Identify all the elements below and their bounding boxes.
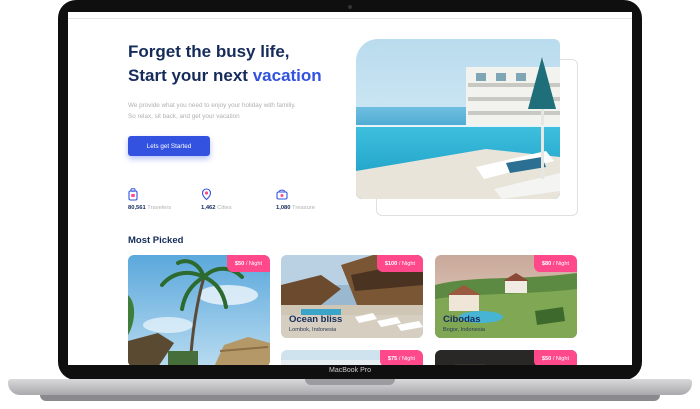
most-picked-title: Most Picked [128,235,184,246]
price-tag: $50 / Night [226,255,270,272]
hotel-card[interactable]: $80 / Night Cibodas Bogor, Indonesia [435,255,577,338]
hero-pool-image [356,39,560,199]
price-tag: $50 / Night [533,350,577,365]
hero-title-accent: vacation [252,66,322,85]
hotel-name: Cibodas [443,314,481,325]
navbar-divider [68,18,632,19]
laptop-base-shadow [40,395,660,401]
hotel-card[interactable]: $50 / Night [435,350,577,365]
camera-icon [348,5,352,9]
laptop-notch [305,379,395,385]
price-tag: $100 / Night [376,255,423,272]
hero-title-line1: Forget the busy life, [128,42,290,61]
price-tag: $75 / Night [379,350,423,365]
treasure-icon [276,189,288,200]
hero-title-line2: Start your next vacation [128,66,322,85]
get-started-button[interactable]: Lets get Started [128,136,210,156]
hero-description: We provide what you need to enjoy your h… [128,102,296,120]
device-label: MacBook Pro [328,367,372,374]
hotel-location: Bogor, Indonesia [443,327,485,333]
hotel-card[interactable]: $50 / Night [128,255,270,365]
hotel-name: Ocean bliss [289,314,343,325]
price-tag: $80 / Night [533,255,577,272]
hotel-location: Lombok, Indonesia [289,327,337,333]
hero-title: Forget the busy life, Start your next va… [128,40,322,88]
traveler-icon [128,188,138,201]
hotel-card[interactable]: $100 / Night Ocean bliss Lombok, Indones… [281,255,423,338]
city-icon [201,188,212,201]
laptop-screen: Forget the busy life, Start your next va… [68,12,632,365]
hotel-card[interactable]: $75 / Night [281,350,423,365]
